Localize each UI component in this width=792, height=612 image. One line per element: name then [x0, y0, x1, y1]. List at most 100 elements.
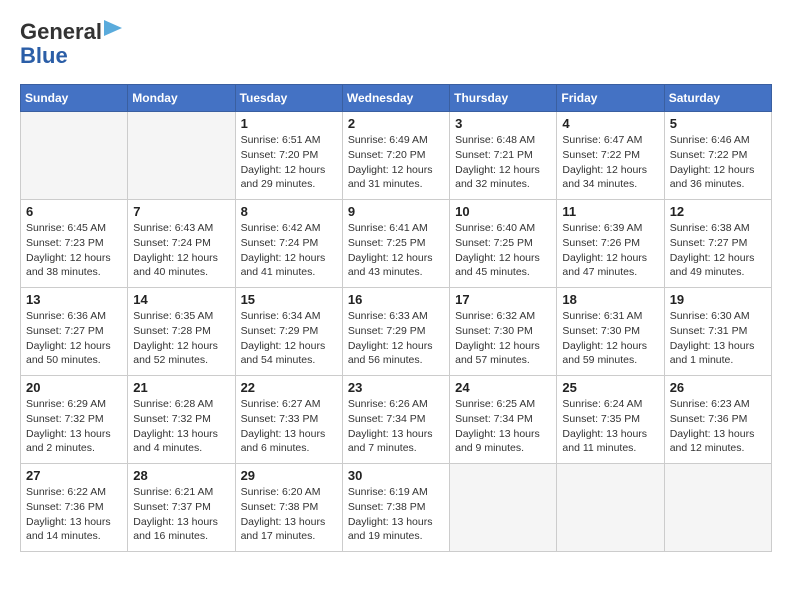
calendar-week-row: 20 Sunrise: 6:29 AMSunset: 7:32 PMDayligh…	[21, 376, 772, 464]
day-number: 4	[562, 116, 658, 131]
day-number: 11	[562, 204, 658, 219]
day-number: 29	[241, 468, 337, 483]
calendar-day-cell: 4 Sunrise: 6:47 AMSunset: 7:22 PMDaylight…	[557, 112, 664, 200]
day-info: Sunrise: 6:23 AMSunset: 7:36 PMDaylight:…	[670, 397, 766, 456]
calendar-day-cell: 5 Sunrise: 6:46 AMSunset: 7:22 PMDaylight…	[664, 112, 771, 200]
day-number: 9	[348, 204, 444, 219]
day-info: Sunrise: 6:32 AMSunset: 7:30 PMDaylight:…	[455, 309, 551, 368]
calendar-day-cell: 8 Sunrise: 6:42 AMSunset: 7:24 PMDaylight…	[235, 200, 342, 288]
calendar-day-cell: 30Sunrise: 6:19 AMSunset: 7:38 PMDayligh…	[342, 464, 449, 552]
weekday-header-wednesday: Wednesday	[342, 85, 449, 112]
calendar-empty-cell	[450, 464, 557, 552]
day-info: Sunrise: 6:49 AMSunset: 7:20 PMDaylight:…	[348, 133, 444, 192]
day-number: 21	[133, 380, 229, 395]
day-info: Sunrise: 6:24 AMSunset: 7:35 PMDaylight:…	[562, 397, 658, 456]
day-number: 12	[670, 204, 766, 219]
day-info: Sunrise: 6:48 AMSunset: 7:21 PMDaylight:…	[455, 133, 551, 192]
day-number: 13	[26, 292, 122, 307]
day-number: 24	[455, 380, 551, 395]
day-info: Sunrise: 6:36 AMSunset: 7:27 PMDaylight:…	[26, 309, 122, 368]
day-number: 30	[348, 468, 444, 483]
day-number: 5	[670, 116, 766, 131]
day-number: 25	[562, 380, 658, 395]
calendar-empty-cell	[21, 112, 128, 200]
logo-arrow-icon	[104, 20, 122, 36]
calendar-day-cell: 18 Sunrise: 6:31 AMSunset: 7:30 PMDayligh…	[557, 288, 664, 376]
calendar-week-row: 6 Sunrise: 6:45 AMSunset: 7:23 PMDaylight…	[21, 200, 772, 288]
day-info: Sunrise: 6:34 AMSunset: 7:29 PMDaylight:…	[241, 309, 337, 368]
day-number: 7	[133, 204, 229, 219]
weekday-header-friday: Friday	[557, 85, 664, 112]
day-info: Sunrise: 6:41 AMSunset: 7:25 PMDaylight:…	[348, 221, 444, 280]
day-info: Sunrise: 6:25 AMSunset: 7:34 PMDaylight:…	[455, 397, 551, 456]
day-info: Sunrise: 6:47 AMSunset: 7:22 PMDaylight:…	[562, 133, 658, 192]
day-info: Sunrise: 6:26 AMSunset: 7:34 PMDaylight:…	[348, 397, 444, 456]
day-number: 10	[455, 204, 551, 219]
day-info: Sunrise: 6:21 AMSunset: 7:37 PMDaylight:…	[133, 485, 229, 544]
calendar-day-cell: 13 Sunrise: 6:36 AMSunset: 7:27 PMDayligh…	[21, 288, 128, 376]
day-number: 16	[348, 292, 444, 307]
calendar-day-cell: 19 Sunrise: 6:30 AMSunset: 7:31 PMDayligh…	[664, 288, 771, 376]
day-number: 14	[133, 292, 229, 307]
day-number: 18	[562, 292, 658, 307]
day-number: 8	[241, 204, 337, 219]
day-info: Sunrise: 6:33 AMSunset: 7:29 PMDaylight:…	[348, 309, 444, 368]
calendar-day-cell: 15Sunrise: 6:34 AMSunset: 7:29 PMDayligh…	[235, 288, 342, 376]
calendar-day-cell: 27 Sunrise: 6:22 AMSunset: 7:36 PMDayligh…	[21, 464, 128, 552]
logo-text-line2: Blue	[20, 43, 68, 68]
calendar-day-cell: 7 Sunrise: 6:43 AMSunset: 7:24 PMDaylight…	[128, 200, 235, 288]
day-info: Sunrise: 6:20 AMSunset: 7:38 PMDaylight:…	[241, 485, 337, 544]
day-number: 3	[455, 116, 551, 131]
calendar-day-cell: 21 Sunrise: 6:28 AMSunset: 7:32 PMDayligh…	[128, 376, 235, 464]
day-number: 17	[455, 292, 551, 307]
day-info: Sunrise: 6:29 AMSunset: 7:32 PMDaylight:…	[26, 397, 122, 456]
day-number: 2	[348, 116, 444, 131]
day-number: 6	[26, 204, 122, 219]
calendar-day-cell: 6 Sunrise: 6:45 AMSunset: 7:23 PMDaylight…	[21, 200, 128, 288]
weekday-header-thursday: Thursday	[450, 85, 557, 112]
day-number: 1	[241, 116, 337, 131]
day-info: Sunrise: 6:35 AMSunset: 7:28 PMDaylight:…	[133, 309, 229, 368]
calendar-week-row: 13 Sunrise: 6:36 AMSunset: 7:27 PMDayligh…	[21, 288, 772, 376]
day-info: Sunrise: 6:38 AMSunset: 7:27 PMDaylight:…	[670, 221, 766, 280]
calendar-empty-cell	[664, 464, 771, 552]
day-number: 20	[26, 380, 122, 395]
calendar-day-cell: 28Sunrise: 6:21 AMSunset: 7:37 PMDayligh…	[128, 464, 235, 552]
day-info: Sunrise: 6:31 AMSunset: 7:30 PMDaylight:…	[562, 309, 658, 368]
day-info: Sunrise: 6:46 AMSunset: 7:22 PMDaylight:…	[670, 133, 766, 192]
day-info: Sunrise: 6:42 AMSunset: 7:24 PMDaylight:…	[241, 221, 337, 280]
calendar-day-cell: 20 Sunrise: 6:29 AMSunset: 7:32 PMDayligh…	[21, 376, 128, 464]
calendar-week-row: 27 Sunrise: 6:22 AMSunset: 7:36 PMDayligh…	[21, 464, 772, 552]
day-info: Sunrise: 6:22 AMSunset: 7:36 PMDaylight:…	[26, 485, 122, 544]
calendar-day-cell: 3 Sunrise: 6:48 AMSunset: 7:21 PMDaylight…	[450, 112, 557, 200]
calendar-day-cell: 12 Sunrise: 6:38 AMSunset: 7:27 PMDayligh…	[664, 200, 771, 288]
day-info: Sunrise: 6:39 AMSunset: 7:26 PMDaylight:…	[562, 221, 658, 280]
day-info: Sunrise: 6:28 AMSunset: 7:32 PMDaylight:…	[133, 397, 229, 456]
day-number: 23	[348, 380, 444, 395]
day-number: 19	[670, 292, 766, 307]
logo: General Blue	[20, 20, 122, 68]
day-info: Sunrise: 6:45 AMSunset: 7:23 PMDaylight:…	[26, 221, 122, 280]
calendar-day-cell: 24 Sunrise: 6:25 AMSunset: 7:34 PMDayligh…	[450, 376, 557, 464]
calendar-table: SundayMondayTuesdayWednesdayThursdayFrid…	[20, 84, 772, 552]
day-number: 26	[670, 380, 766, 395]
weekday-header-row: SundayMondayTuesdayWednesdayThursdayFrid…	[21, 85, 772, 112]
calendar-day-cell: 26 Sunrise: 6:23 AMSunset: 7:36 PMDayligh…	[664, 376, 771, 464]
calendar-day-cell: 17 Sunrise: 6:32 AMSunset: 7:30 PMDayligh…	[450, 288, 557, 376]
day-info: Sunrise: 6:30 AMSunset: 7:31 PMDaylight:…	[670, 309, 766, 368]
day-info: Sunrise: 6:40 AMSunset: 7:25 PMDaylight:…	[455, 221, 551, 280]
calendar-day-cell: 11 Sunrise: 6:39 AMSunset: 7:26 PMDayligh…	[557, 200, 664, 288]
calendar-day-cell: 25 Sunrise: 6:24 AMSunset: 7:35 PMDayligh…	[557, 376, 664, 464]
calendar-day-cell: 2 Sunrise: 6:49 AMSunset: 7:20 PMDaylight…	[342, 112, 449, 200]
weekday-header-sunday: Sunday	[21, 85, 128, 112]
calendar-empty-cell	[128, 112, 235, 200]
calendar-day-cell: 23 Sunrise: 6:26 AMSunset: 7:34 PMDayligh…	[342, 376, 449, 464]
calendar-day-cell: 22Sunrise: 6:27 AMSunset: 7:33 PMDayligh…	[235, 376, 342, 464]
page-header: General Blue	[20, 20, 772, 68]
calendar-day-cell: 9 Sunrise: 6:41 AMSunset: 7:25 PMDaylight…	[342, 200, 449, 288]
calendar-day-cell: 10 Sunrise: 6:40 AMSunset: 7:25 PMDayligh…	[450, 200, 557, 288]
calendar-day-cell: 1Sunrise: 6:51 AMSunset: 7:20 PMDaylight…	[235, 112, 342, 200]
calendar-day-cell: 14 Sunrise: 6:35 AMSunset: 7:28 PMDayligh…	[128, 288, 235, 376]
day-info: Sunrise: 6:43 AMSunset: 7:24 PMDaylight:…	[133, 221, 229, 280]
day-number: 27	[26, 468, 122, 483]
